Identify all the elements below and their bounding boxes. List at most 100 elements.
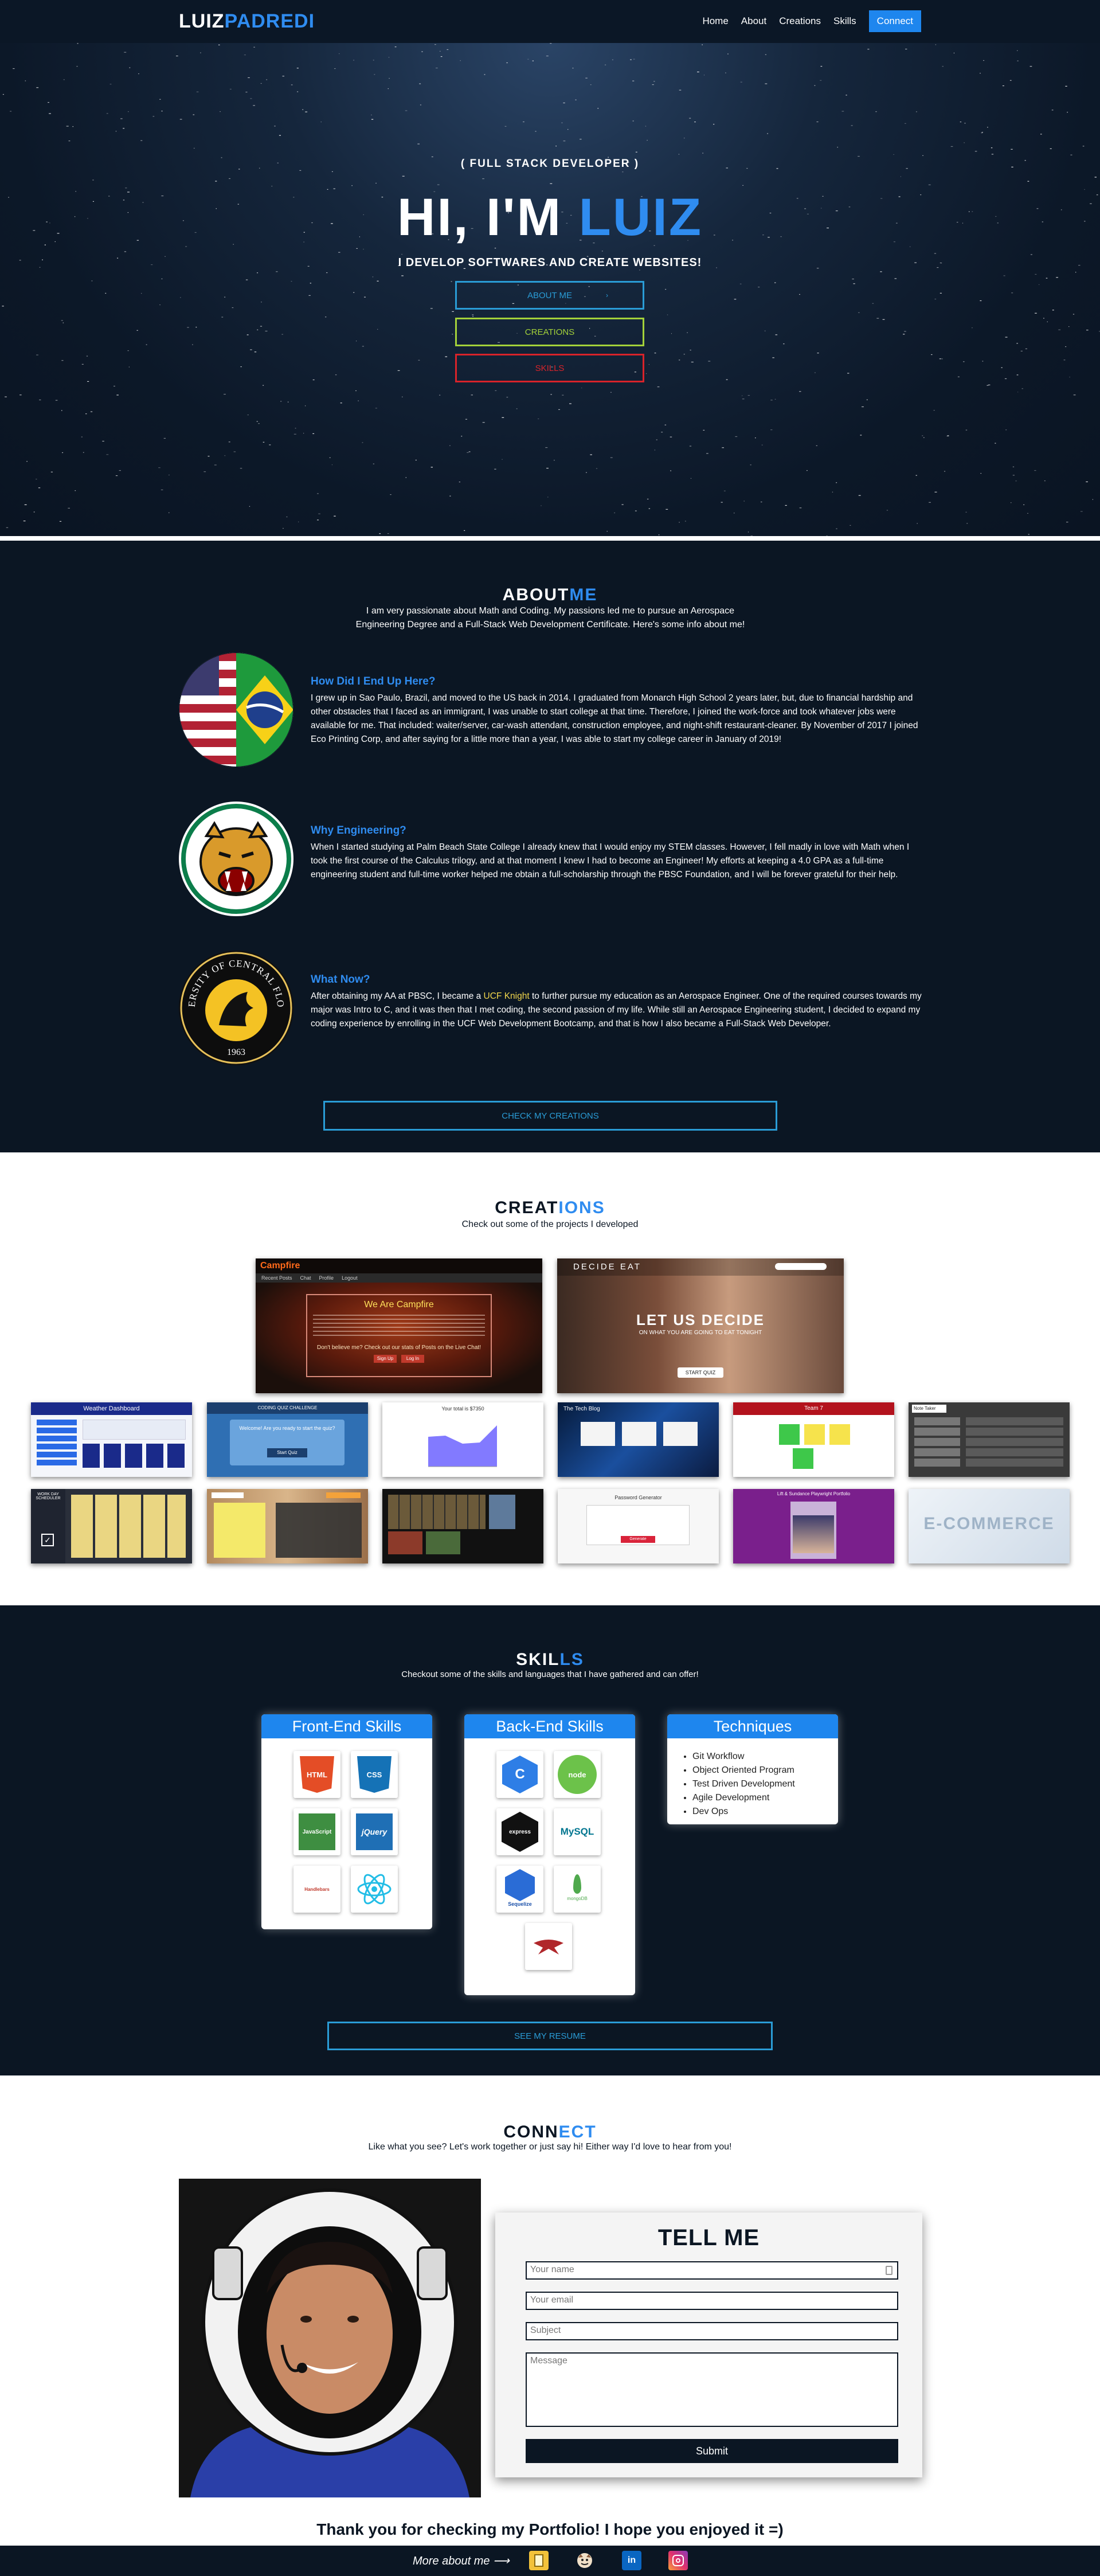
star: [750, 464, 751, 466]
star: [635, 151, 637, 153]
message-textarea[interactable]: Message: [526, 2352, 898, 2427]
github-icon[interactable]: [575, 2551, 594, 2570]
project-movie-gallery[interactable]: [382, 1489, 543, 1563]
check-creations-button[interactable]: CHECK MY CREATIONS: [323, 1101, 777, 1131]
project-coding-quiz[interactable]: CODING QUIZ CHALLENGE Welcome! Are you r…: [207, 1402, 368, 1477]
campfire-heading: We Are Campfire: [364, 1300, 434, 1310]
project-portfolio[interactable]: Lift & Sundance Playwright Portfolio: [733, 1489, 894, 1563]
contact-form: TELL ME Your name Your email Subject Mes…: [495, 2213, 922, 2477]
project-work-day-scheduler[interactable]: WORK DAY SCHEDULER ✓: [31, 1489, 192, 1563]
creations-button[interactable]: CREATIONS: [455, 318, 644, 346]
star: [799, 391, 801, 392]
note-taker-title: Note Taker: [912, 1405, 946, 1413]
star: [434, 44, 436, 45]
star: [119, 470, 121, 471]
handlebars-icon: Handlebars: [293, 1866, 340, 1913]
instagram-icon[interactable]: [668, 2551, 688, 2570]
star: [767, 133, 769, 134]
star: [420, 104, 421, 105]
frontend-skills-title: Front-End Skills: [261, 1714, 432, 1738]
star: [124, 251, 127, 252]
star: [10, 111, 12, 112]
about-me-button[interactable]: ABOUT ME ›: [455, 281, 644, 310]
project-weather-dashboard[interactable]: Weather Dashboard: [31, 1402, 192, 1477]
star: [263, 385, 264, 386]
campfire-cta: Don't believe me? Check out our stats of…: [317, 1344, 481, 1351]
star: [387, 533, 389, 534]
star: [452, 311, 454, 312]
star: [858, 312, 860, 313]
star: [297, 91, 299, 92]
nav-connect-button[interactable]: Connect: [868, 10, 921, 32]
about-heading-origin: How Did I End Up Here?: [311, 675, 436, 687]
star: [77, 43, 79, 44]
nav-link-skills[interactable]: Skills: [833, 15, 856, 27]
star: [894, 278, 897, 279]
star: [1063, 359, 1066, 361]
heroku-icon: [525, 1923, 572, 1970]
project-note-taker[interactable]: Note Taker: [909, 1402, 1070, 1477]
star: [418, 359, 420, 361]
star: [1072, 314, 1075, 315]
star: [465, 419, 467, 420]
star: [471, 394, 473, 396]
project-notes-app[interactable]: [207, 1489, 368, 1563]
star: [1065, 346, 1067, 347]
star: [1005, 337, 1008, 338]
name-field[interactable]: Your name: [526, 2261, 898, 2280]
star: [747, 531, 749, 533]
star: [1068, 326, 1070, 327]
c-language-icon: C: [496, 1751, 543, 1798]
star: [467, 452, 469, 453]
portfolio-title: Lift & Sundance Playwright Portfolio: [777, 1491, 851, 1496]
brand-logo[interactable]: LUIZPADREDI: [179, 10, 315, 33]
project-campfire[interactable]: Campfire Recent Posts Chat Profile Logou…: [256, 1258, 542, 1393]
nav-links: Home About Creations Skills Connect: [702, 10, 921, 32]
project-ecommerce[interactable]: E-COMMERCE: [909, 1489, 1070, 1563]
star: [340, 402, 342, 404]
star: [858, 495, 861, 496]
nav-link-about[interactable]: About: [741, 15, 766, 27]
skills-button[interactable]: SKILLS: [455, 354, 644, 382]
star: [48, 102, 49, 103]
star: [610, 392, 612, 393]
star: [689, 118, 691, 119]
resume-icon[interactable]: [529, 2551, 549, 2570]
star: [665, 289, 667, 290]
star: [550, 183, 553, 184]
connect-title-first: CONN: [503, 2122, 559, 2141]
star: [68, 140, 71, 142]
star: [362, 442, 363, 443]
star: [351, 185, 353, 186]
see-resume-button[interactable]: SEE MY RESUME: [327, 2022, 773, 2050]
nav-link-home[interactable]: Home: [702, 15, 728, 27]
skills-section: SKILLS Checkout some of the skills and l…: [0, 1605, 1100, 2075]
star: [502, 459, 503, 460]
star: [585, 77, 588, 79]
nav-link-creations[interactable]: Creations: [779, 15, 821, 27]
project-password-generator[interactable]: Password Generator Generate: [558, 1489, 719, 1563]
css3-icon: CSS: [351, 1751, 398, 1798]
star: [87, 381, 89, 382]
project-decide-eat[interactable]: DECIDE EAT LET US DECIDE ON WHAT YOU ARE…: [557, 1258, 844, 1393]
project-tech-blog[interactable]: The Tech Blog: [558, 1402, 719, 1477]
star: [244, 54, 246, 56]
star: [62, 452, 64, 454]
subject-field[interactable]: Subject: [526, 2322, 898, 2340]
email-field[interactable]: Your email: [526, 2292, 898, 2310]
star: [541, 505, 542, 506]
star: [260, 326, 263, 327]
star: [451, 281, 452, 282]
submit-button[interactable]: Submit: [526, 2439, 898, 2463]
star: [872, 303, 874, 304]
star: [246, 334, 249, 335]
ucf-knight-link[interactable]: UCF Knight: [484, 991, 530, 1001]
technique-item: Object Oriented Program: [692, 1764, 795, 1777]
star: [814, 372, 816, 373]
linkedin-icon[interactable]: in: [622, 2551, 641, 2570]
star: [55, 400, 58, 401]
project-team-profile[interactable]: Team 7: [733, 1402, 894, 1477]
creations-title-first: CREAT: [495, 1198, 559, 1217]
project-budget-tracker[interactable]: Your total is $7350: [382, 1402, 543, 1477]
star: [991, 147, 993, 148]
